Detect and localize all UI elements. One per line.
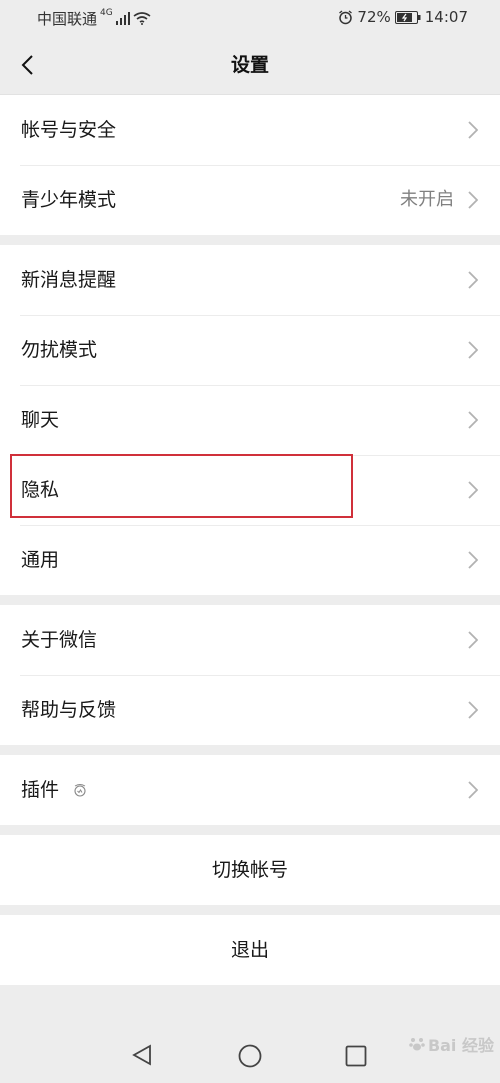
chevron-right-icon <box>468 191 478 209</box>
chevron-right-icon <box>468 121 478 139</box>
teen-mode-status: 未开启 <box>400 189 454 210</box>
settings-group-about: 关于微信 帮助与反馈 <box>0 605 500 745</box>
settings-item-about-wechat[interactable]: 关于微信 <box>0 605 500 675</box>
alarm-icon <box>339 9 353 24</box>
switch-account-button[interactable]: 切换帐号 <box>0 835 500 905</box>
settings-group-plugins: 插件 <box>0 755 500 825</box>
settings-item-label: 新消息提醒 <box>21 269 117 291</box>
switch-account-label: 切换帐号 <box>211 859 288 881</box>
settings-item-label: 关于微信 <box>21 629 98 651</box>
settings-item-label: 通用 <box>21 549 60 571</box>
chevron-right-icon <box>468 781 478 799</box>
watermark: Bai 经验 <box>408 1032 494 1056</box>
settings-item-label: 勿扰模式 <box>21 339 98 361</box>
nav-recents-icon[interactable] <box>345 1045 367 1067</box>
nav-home-icon[interactable] <box>238 1044 262 1068</box>
settings-item-label: 隐私 <box>21 479 60 501</box>
logout-button[interactable]: 退出 <box>0 915 500 985</box>
chevron-right-icon <box>468 551 478 569</box>
settings-item-label: 聊天 <box>21 409 60 431</box>
settings-item-do-not-disturb[interactable]: 勿扰模式 <box>0 315 500 385</box>
settings-item-label: 青少年模式 <box>21 189 117 211</box>
back-arrow-icon <box>21 55 33 75</box>
settings-item-label: 帮助与反馈 <box>21 699 117 721</box>
settings-item-general[interactable]: 通用 <box>0 525 500 595</box>
back-button[interactable] <box>10 48 44 82</box>
clock: 14:07 <box>424 8 468 26</box>
status-bar: 中国联通 4G 72% 14:07 <box>0 0 500 36</box>
nav-header: 设置 <box>0 36 500 95</box>
network-type: 4G <box>100 7 113 18</box>
settings-item-label: 插件 <box>21 779 60 801</box>
signal-icon <box>115 12 130 25</box>
battery-percent: 72% <box>357 8 391 26</box>
chevron-right-icon <box>468 481 478 499</box>
carrier-label: 中国联通 <box>37 10 98 28</box>
chevron-right-icon <box>468 341 478 359</box>
settings-group-general: 新消息提醒 勿扰模式 聊天 隐私 通用 <box>0 245 500 595</box>
chevron-right-icon <box>468 631 478 649</box>
watermark-text: Bai 经验 <box>427 1036 494 1055</box>
wifi-icon <box>133 12 151 25</box>
logout-label: 退出 <box>230 939 269 961</box>
settings-item-account-security[interactable]: 帐号与安全 <box>0 95 500 165</box>
settings-item-plugins[interactable]: 插件 <box>0 755 500 825</box>
settings-item-notifications[interactable]: 新消息提醒 <box>0 245 500 315</box>
battery-charging-icon <box>394 10 421 24</box>
settings-item-privacy[interactable]: 隐私 <box>0 455 500 525</box>
paw-icon <box>409 1038 425 1051</box>
chevron-right-icon <box>468 701 478 719</box>
page-title: 设置 <box>230 54 269 76</box>
plugin-badge-icon <box>74 784 86 797</box>
settings-item-teen-mode[interactable]: 青少年模式 未开启 <box>0 165 500 235</box>
settings-item-chat[interactable]: 聊天 <box>0 385 500 455</box>
nav-back-icon[interactable] <box>131 1044 153 1066</box>
settings-item-label: 帐号与安全 <box>21 119 117 141</box>
status-left: 中国联通 4G <box>37 8 151 29</box>
settings-item-help-feedback[interactable]: 帮助与反馈 <box>0 675 500 745</box>
status-right: 72% 14:07 <box>338 8 468 26</box>
chevron-right-icon <box>468 411 478 429</box>
chevron-right-icon <box>468 271 478 289</box>
settings-group-account: 帐号与安全 青少年模式 未开启 <box>0 95 500 235</box>
